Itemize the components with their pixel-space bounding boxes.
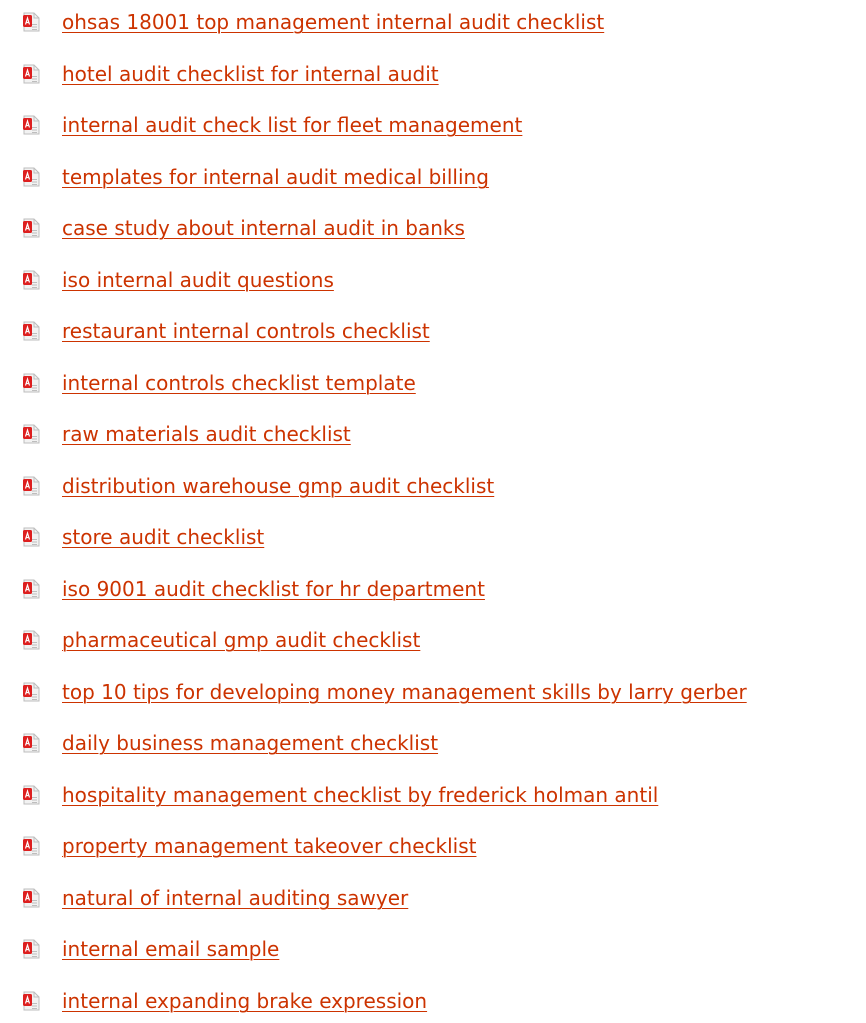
list-item: internal email sample [0,934,866,964]
pdf-file-icon[interactable] [23,836,40,856]
pdf-link[interactable]: templates for internal audit medical bil… [62,162,489,192]
pdf-file-icon[interactable] [23,476,40,496]
pdf-file-icon[interactable] [23,115,40,135]
list-item: store audit checklist [0,522,866,552]
pdf-file-icon[interactable] [23,64,40,84]
pdf-link[interactable]: distribution warehouse gmp audit checkli… [62,471,494,501]
pdf-link[interactable]: daily business management checklist [62,728,438,758]
pdf-file-icon[interactable] [23,270,40,290]
pdf-file-icon[interactable] [23,630,40,650]
pdf-link[interactable]: hospitality management checklist by fred… [62,780,658,810]
pdf-file-icon[interactable] [23,12,40,32]
pdf-file-icon[interactable] [23,321,40,341]
list-item: templates for internal audit medical bil… [0,162,866,192]
pdf-file-icon[interactable] [23,424,40,444]
list-item: internal expanding brake expression [0,986,866,1016]
pdf-file-icon[interactable] [23,939,40,959]
pdf-link[interactable]: iso internal audit questions [62,265,334,295]
list-item: case study about internal audit in banks [0,213,866,243]
list-item: internal audit check list for fleet mana… [0,110,866,140]
pdf-file-icon[interactable] [23,682,40,702]
pdf-link[interactable]: restaurant internal controls checklist [62,316,430,346]
pdf-link[interactable]: internal audit check list for fleet mana… [62,110,522,140]
pdf-file-icon[interactable] [23,579,40,599]
pdf-file-icon[interactable] [23,991,40,1011]
list-item: hotel audit checklist for internal audit [0,59,866,89]
pdf-file-icon[interactable] [23,888,40,908]
list-item: distribution warehouse gmp audit checkli… [0,471,866,501]
pdf-link[interactable]: natural of internal auditing sawyer [62,883,408,913]
pdf-link[interactable]: hotel audit checklist for internal audit [62,59,439,89]
pdf-link[interactable]: pharmaceutical gmp audit checklist [62,625,420,655]
list-item: raw materials audit checklist [0,419,866,449]
pdf-link[interactable]: ohsas 18001 top management internal audi… [62,7,604,37]
pdf-link[interactable]: iso 9001 audit checklist for hr departme… [62,574,485,604]
pdf-link[interactable]: case study about internal audit in banks [62,213,465,243]
pdf-file-icon[interactable] [23,167,40,187]
pdf-file-icon[interactable] [23,785,40,805]
list-item: restaurant internal controls checklist [0,316,866,346]
pdf-link[interactable]: raw materials audit checklist [62,419,351,449]
list-item: iso internal audit questions [0,265,866,295]
list-item: top 10 tips for developing money managem… [0,677,866,707]
pdf-link[interactable]: internal expanding brake expression [62,986,427,1016]
list-item: ohsas 18001 top management internal audi… [0,7,866,37]
list-item: daily business management checklist [0,728,866,758]
list-item: internal controls checklist template [0,368,866,398]
pdf-file-icon[interactable] [23,527,40,547]
pdf-link[interactable]: internal email sample [62,934,279,964]
pdf-file-icon[interactable] [23,373,40,393]
pdf-link[interactable]: property management takeover checklist [62,831,476,861]
list-item: iso 9001 audit checklist for hr departme… [0,574,866,604]
pdf-link[interactable]: top 10 tips for developing money managem… [62,677,747,707]
pdf-file-icon[interactable] [23,218,40,238]
pdf-link[interactable]: store audit checklist [62,522,264,552]
pdf-link[interactable]: internal controls checklist template [62,368,416,398]
list-item: pharmaceutical gmp audit checklist [0,625,866,655]
pdf-file-icon[interactable] [23,733,40,753]
list-item: hospitality management checklist by fred… [0,780,866,810]
list-item: natural of internal auditing sawyer [0,883,866,913]
list-item: property management takeover checklist [0,831,866,861]
